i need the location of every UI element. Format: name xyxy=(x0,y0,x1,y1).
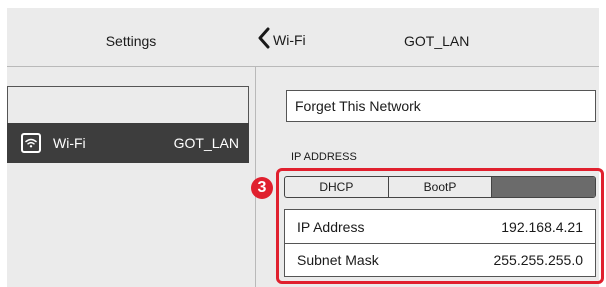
subnet-mask-label: Subnet Mask xyxy=(297,252,379,268)
segment-dhcp[interactable]: DHCP xyxy=(285,177,389,197)
sidebar-item-wifi[interactable]: Wi-Fi GOT_LAN xyxy=(7,123,249,163)
forget-network-button[interactable]: Forget This Network xyxy=(286,90,596,122)
subnet-mask-value: 255.255.255.0 xyxy=(493,252,583,268)
sidebar-item-label: Wi-Fi xyxy=(53,135,86,151)
back-button[interactable]: Wi-Fi xyxy=(257,27,306,54)
wifi-icon xyxy=(21,133,41,153)
sidebar-blank-row xyxy=(7,86,249,124)
sidebar-item-value: GOT_LAN xyxy=(173,135,239,151)
nav-header: Settings Wi-Fi GOT_LAN xyxy=(7,8,599,67)
subnet-mask-row[interactable]: Subnet Mask 255.255.255.0 xyxy=(285,243,595,276)
segment-static[interactable] xyxy=(492,177,595,197)
ip-mode-segmented-control[interactable]: DHCP BootP xyxy=(284,176,596,198)
segment-bootp[interactable]: BootP xyxy=(389,177,493,197)
ip-address-section-label: IP ADDRESS xyxy=(291,151,357,163)
network-title: GOT_LAN xyxy=(404,33,470,49)
step-badge: 3 xyxy=(251,177,273,199)
settings-title: Settings xyxy=(105,33,157,49)
ip-address-label: IP Address xyxy=(297,218,365,235)
sidebar: Wi-Fi GOT_LAN xyxy=(7,67,256,287)
back-label: Wi-Fi xyxy=(273,32,306,48)
ip-address-value: 192.168.4.21 xyxy=(501,218,583,235)
ip-address-row[interactable]: IP Address 192.168.4.21 xyxy=(285,210,595,243)
ip-settings-table: IP Address 192.168.4.21 Subnet Mask 255.… xyxy=(284,209,596,277)
chevron-left-icon xyxy=(257,27,271,54)
